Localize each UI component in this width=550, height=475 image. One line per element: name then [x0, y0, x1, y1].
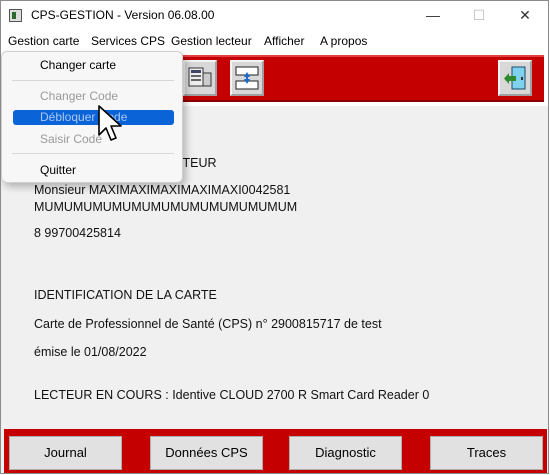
- holder-id: 8 99700425814: [34, 226, 121, 240]
- donnees-cps-button[interactable]: Données CPS: [150, 436, 263, 470]
- app-window: CPS-GESTION - Version 06.08.00 — ☐ ✕ Ges…: [0, 0, 549, 474]
- menu-separator: [12, 153, 174, 154]
- reader-status: LECTEUR EN COURS : Identive CLOUD 2700 R…: [34, 388, 430, 402]
- card-section-heading: IDENTIFICATION DE LA CARTE: [34, 288, 217, 302]
- mouse-cursor-icon: [98, 105, 124, 150]
- title-bar: CPS-GESTION - Version 06.08.00 — ☐ ✕: [1, 1, 548, 31]
- menu-item-changer-carte[interactable]: Changer carte: [40, 58, 116, 72]
- menu-a-propos[interactable]: A propos: [320, 34, 367, 48]
- exit-button[interactable]: [498, 60, 532, 96]
- traces-button[interactable]: Traces: [430, 436, 543, 470]
- window-title: CPS-GESTION - Version 06.08.00: [31, 8, 215, 22]
- menu-item-quitter[interactable]: Quitter: [40, 163, 76, 177]
- menu-bar: Gestion carte Services CPS Gestion lecte…: [1, 31, 548, 51]
- card-reader-button[interactable]: [183, 60, 217, 96]
- maximize-button[interactable]: ☐: [456, 1, 502, 31]
- menu-gestion-lecteur[interactable]: Gestion lecteur: [171, 34, 252, 48]
- menu-item-saisir-code[interactable]: Saisir Code: [40, 132, 102, 146]
- close-button[interactable]: ✕: [502, 1, 548, 31]
- holder-name-line2: MUMUMUMUMUMUMUMUMUMUMUMUMUM: [34, 200, 298, 214]
- gestion-carte-dropdown: Changer carte Changer Code Débloquer Cod…: [1, 51, 183, 183]
- card-issue-date: émise le 01/08/2022: [34, 345, 147, 359]
- menu-item-changer-code[interactable]: Changer Code: [40, 89, 118, 103]
- minimize-button[interactable]: —: [410, 1, 456, 31]
- card-description: Carte de Professionnel de Santé (CPS) n°…: [34, 317, 382, 331]
- holder-name-line1: Monsieur MAXIMAXIMAXIMAXIMAXI0042581: [34, 183, 291, 197]
- menu-separator: [12, 80, 174, 81]
- journal-button[interactable]: Journal: [9, 436, 122, 470]
- menu-gestion-carte[interactable]: Gestion carte: [8, 34, 79, 48]
- transfer-button[interactable]: [230, 60, 264, 96]
- menu-services-cps[interactable]: Services CPS: [91, 34, 165, 48]
- diagnostic-button[interactable]: Diagnostic: [289, 436, 402, 470]
- menu-afficher[interactable]: Afficher: [264, 34, 304, 48]
- app-icon: [9, 9, 22, 22]
